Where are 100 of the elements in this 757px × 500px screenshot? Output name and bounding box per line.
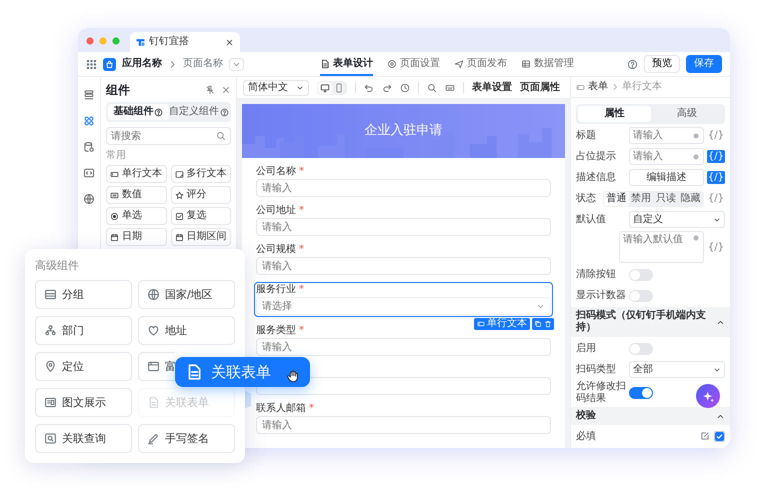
page-name[interactable]: 页面名称 bbox=[183, 58, 223, 70]
input-field[interactable]: 请输入 bbox=[629, 127, 704, 144]
component-item[interactable]: 日期 bbox=[106, 228, 166, 246]
component-item[interactable]: 单选 bbox=[106, 207, 166, 226]
app-name[interactable]: 应用名称 bbox=[122, 58, 162, 70]
component-tab[interactable]: 基础组件 bbox=[108, 104, 168, 120]
undo-icon[interactable] bbox=[364, 82, 374, 92]
status-option[interactable]: 普通 bbox=[604, 192, 629, 206]
toggle-switch[interactable] bbox=[629, 290, 653, 302]
select-field[interactable]: 自定义 bbox=[629, 211, 725, 228]
clear-icon bbox=[692, 152, 700, 160]
component-item[interactable]: 国家/地区 bbox=[138, 280, 235, 310]
property-label: 扫码类型 bbox=[576, 364, 617, 376]
save-button[interactable]: 保存 bbox=[686, 55, 722, 73]
code-icon[interactable] bbox=[83, 167, 95, 179]
breadcrumb-item: 单行文本 bbox=[622, 81, 662, 93]
keyboard-icon[interactable] bbox=[445, 82, 455, 92]
component-item[interactable]: 评分 bbox=[170, 186, 231, 204]
component-item[interactable]: 日期区间 bbox=[170, 228, 231, 246]
field-type-button[interactable]: 单行文本 bbox=[474, 318, 530, 330]
pen-icon bbox=[147, 432, 160, 446]
component-item[interactable]: 多行文本 bbox=[170, 165, 231, 184]
paper-plane-icon bbox=[454, 59, 464, 69]
edit-description-button[interactable]: 编辑描述 bbox=[629, 169, 704, 186]
form-title: 企业入驻申请 bbox=[364, 123, 442, 139]
dragged-component[interactable]: 关联表单 bbox=[175, 357, 310, 387]
components-icon[interactable] bbox=[83, 115, 95, 127]
nav-tab[interactable]: 表单设计 bbox=[320, 52, 373, 76]
layers-icon[interactable] bbox=[83, 89, 95, 101]
select-field[interactable]: 请选择 bbox=[256, 297, 551, 315]
copy-icon[interactable] bbox=[534, 320, 542, 328]
checkbox[interactable] bbox=[714, 431, 725, 442]
status-option[interactable]: 只读 bbox=[653, 192, 678, 206]
component-tab[interactable]: 自定义组件 bbox=[168, 104, 229, 120]
search-icon bbox=[44, 432, 57, 446]
component-item[interactable]: 单行文本 bbox=[106, 165, 166, 184]
component-item[interactable]: 部门 bbox=[35, 316, 132, 346]
component-item[interactable]: 复选 bbox=[170, 207, 231, 226]
search-field[interactable]: 请搜索 bbox=[111, 128, 216, 144]
breadcrumb-item[interactable]: 表单 bbox=[588, 81, 608, 93]
property-label: 默认值 bbox=[576, 214, 607, 226]
input-field[interactable]: 请输入 bbox=[633, 128, 692, 143]
component-item[interactable]: 定位 bbox=[35, 352, 132, 382]
section-header[interactable]: 扫码模式（仅钉钉手机端内支持） bbox=[571, 307, 730, 337]
property-tab[interactable]: 高级 bbox=[650, 106, 723, 122]
globe-icon bbox=[147, 288, 160, 302]
status-option[interactable]: 隐藏 bbox=[678, 192, 703, 206]
toggle-switch[interactable] bbox=[629, 387, 653, 399]
language-select[interactable]: 简体中文 bbox=[243, 80, 309, 96]
component-item[interactable]: 关联查询 bbox=[35, 424, 132, 454]
nav-tab[interactable]: 数据管理 bbox=[521, 52, 574, 76]
palette-title: 高级组件 bbox=[35, 259, 80, 272]
select-field[interactable]: 请选择 bbox=[262, 298, 536, 314]
browser-tab[interactable]: 钉钉宜搭 bbox=[130, 32, 240, 52]
globe-icon[interactable] bbox=[83, 193, 95, 205]
search-icon[interactable] bbox=[427, 82, 437, 92]
table-icon bbox=[521, 59, 531, 69]
image-text-icon bbox=[44, 396, 57, 410]
input-field[interactable]: 请输入 bbox=[629, 148, 704, 165]
component-item[interactable]: 富 bbox=[138, 352, 175, 382]
unpin-icon[interactable] bbox=[205, 85, 215, 96]
close-icon[interactable] bbox=[225, 38, 234, 46]
nav-tab[interactable]: 页面发布 bbox=[454, 52, 507, 76]
expression-button[interactable]: {/} bbox=[706, 150, 725, 163]
window-controls-icon[interactable] bbox=[86, 37, 120, 45]
expression-button[interactable]: {/} bbox=[706, 192, 725, 205]
document-icon bbox=[147, 396, 160, 410]
help-icon[interactable] bbox=[627, 58, 638, 70]
desktop-view-button[interactable] bbox=[318, 82, 332, 94]
section-header[interactable]: 校验 bbox=[571, 407, 730, 425]
edit-icon[interactable] bbox=[700, 431, 710, 441]
component-item[interactable]: 手写签名 bbox=[138, 424, 235, 454]
component-item[interactable]: 图文展示 bbox=[35, 388, 132, 418]
expression-button[interactable]: {/} bbox=[706, 129, 725, 142]
input-field[interactable]: 请输入 bbox=[633, 149, 692, 164]
field-label: 服务行业 bbox=[256, 284, 296, 296]
history-icon[interactable] bbox=[400, 82, 410, 92]
nav-tab[interactable]: 页面设置 bbox=[387, 52, 440, 76]
status-option[interactable]: 禁用 bbox=[628, 192, 654, 206]
toolbar-link[interactable]: 页面属性 bbox=[520, 82, 560, 94]
toolbar-link[interactable]: 表单设置 bbox=[472, 82, 512, 94]
trash-icon[interactable] bbox=[544, 320, 552, 328]
preview-button[interactable]: 预览 bbox=[644, 55, 680, 73]
component-item[interactable]: 数值 bbox=[106, 186, 166, 204]
component-item[interactable]: 分组 bbox=[35, 280, 132, 310]
page-dropdown-button[interactable] bbox=[229, 58, 244, 70]
expression-button[interactable]: {/} bbox=[706, 171, 725, 184]
database-icon[interactable] bbox=[83, 141, 95, 153]
toggle-switch[interactable] bbox=[629, 268, 653, 280]
textarea-field[interactable]: 请输入默认值 bbox=[619, 231, 704, 263]
apps-menu-icon[interactable] bbox=[86, 58, 97, 70]
expression-button[interactable]: {/} bbox=[706, 240, 725, 254]
redo-icon[interactable] bbox=[382, 82, 392, 92]
property-tab[interactable]: 属性 bbox=[578, 106, 650, 122]
toggle-switch[interactable] bbox=[629, 342, 653, 354]
select-field[interactable]: 全部 bbox=[629, 361, 725, 378]
component-item[interactable]: 地址 bbox=[138, 316, 235, 346]
textarea-field[interactable]: 请输入默认值 bbox=[623, 234, 692, 260]
search-field[interactable]: 请搜索 bbox=[106, 127, 231, 146]
property-label: 状态 bbox=[576, 192, 597, 204]
